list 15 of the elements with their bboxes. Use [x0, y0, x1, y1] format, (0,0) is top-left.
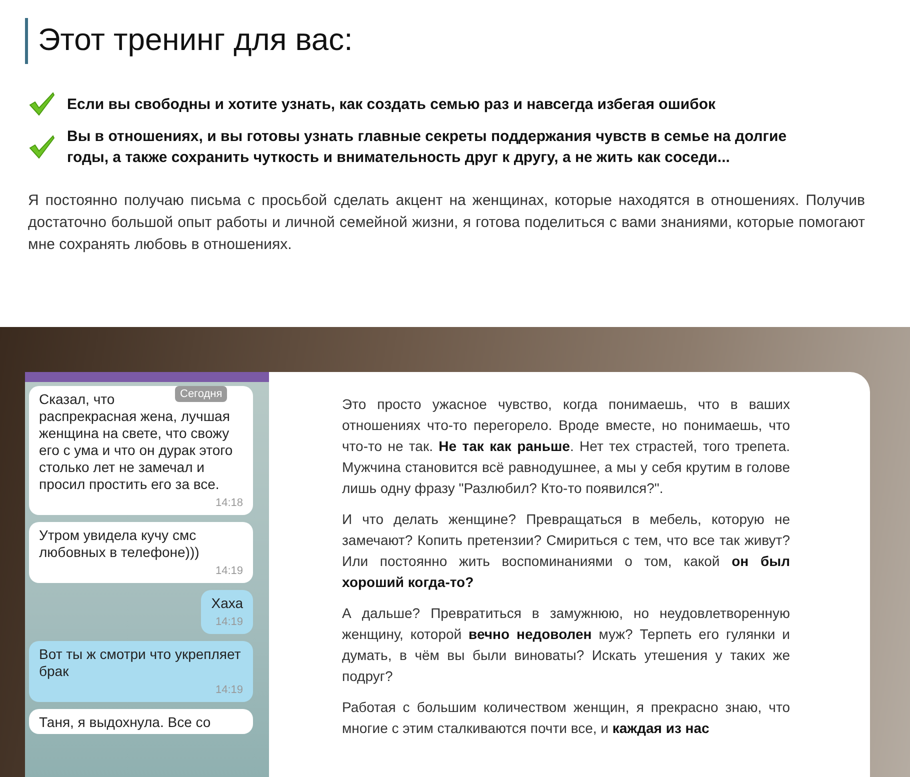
checklist-text: Если вы свободны и хотите узнать, как создать семью раз и навсегда избегая ошибок	[67, 94, 716, 114]
chat-bubble: Хаха 14:19	[201, 590, 253, 634]
checklist-text: Вы в отношениях, и вы готовы узнать главные секреты поддержания чувств в семье на долгие годы, а также сохранить чуткость и внимательность друг к другу, а не жить как соседи...	[67, 127, 788, 168]
checkmark-icon	[29, 92, 55, 116]
article-paragraph: А дальше? Превратиться в замужнюю, но неудовлетворенную женщину, которой вечно недоволен муж? Терпеть его гулянки и думать, в чём вы были виноваты? Искать утешения у таких же подруг?	[342, 604, 790, 686]
article-paragraph: Работая с большим количеством женщин, я прекрасно знаю, что многие с этим сталкиваются почти все, и каждая из нас	[342, 698, 790, 738]
section-heading: Этот тренинг для вас:	[25, 18, 865, 64]
chat-bubble: Таня, я выдохнула. Все со	[29, 709, 253, 734]
article-paragraph: И что делать женщине? Превращаться в мебель, которую не замечают? Копить претензии? Смириться с тем, что все так живут? Или постоянно жить воспоминаниями о том, какой он был хороший когда-то?	[342, 510, 790, 592]
chat-bubble: Вот ты ж смотри что укрепляет брак 14:19	[29, 641, 253, 702]
article-paragraph: Это просто ужасное чувство, когда понимаешь, что в ваших отношениях что-то перегорело. Вроде вместе, но понимаешь, что что-то не так. Не так как раньше. Нет тех страстей, того трепета. Мужчина становится всё равнодушнее, а мы у себя крутим в голове лишь одну фразу "Разлюбил? Кто-то появился?".	[342, 395, 790, 498]
chat-bubble: Утром увидела кучу смс любовных в телефоне))) 14:19	[29, 522, 253, 583]
date-badge: Сегодня	[175, 386, 228, 402]
checkmark-icon	[29, 135, 55, 159]
intro-paragraph: Я постоянно получаю письма с просьбой сделать акцент на женщинах, которые находятся в отношениях. Получив достаточно большой опыт работы и личной семейной жизни, я готова поделиться с вами знаниями, которые помогают мне сохранять любовь в отношениях.	[28, 191, 865, 255]
